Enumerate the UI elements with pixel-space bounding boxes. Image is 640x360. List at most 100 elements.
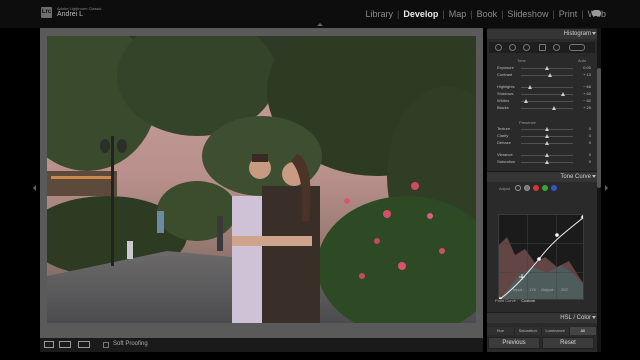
- panel-scrollbar[interactable]: [597, 28, 601, 352]
- slider-label: Blacks: [497, 105, 509, 110]
- slider-track[interactable]: [521, 94, 573, 95]
- curve-input-value: 178: [529, 287, 536, 292]
- slider-row[interactable]: Saturation 0: [487, 159, 597, 166]
- collapse-triangle-icon: [592, 32, 596, 35]
- slider-track[interactable]: [521, 108, 573, 109]
- slider-knob[interactable]: [527, 85, 532, 89]
- point-curve-row[interactable]: Point Curve : Custom: [495, 298, 535, 303]
- red-channel-icon[interactable]: [533, 185, 539, 191]
- module-slideshow[interactable]: Slideshow: [507, 9, 548, 19]
- compare-view-icon[interactable]: [78, 341, 90, 348]
- module-separator: |: [552, 9, 555, 19]
- tab-all[interactable]: All: [569, 327, 597, 335]
- develop-toolbar: Soft Proofing: [40, 338, 483, 352]
- slider-value[interactable]: 0: [589, 152, 591, 157]
- adjust-label: Adjust: [499, 186, 511, 191]
- tone-curve-header[interactable]: Tone Curve: [487, 171, 597, 182]
- lightroom-logo: Lrc: [41, 7, 52, 18]
- slider-row[interactable]: Shadows + 60: [487, 91, 597, 98]
- tool-strip: [489, 42, 595, 53]
- photo-preview[interactable]: [47, 36, 476, 323]
- slider-value[interactable]: + 60: [583, 91, 591, 96]
- slider-value[interactable]: − 82: [583, 98, 591, 103]
- slider-value[interactable]: + 26: [583, 105, 591, 110]
- scrollbar-thumb[interactable]: [597, 68, 601, 188]
- module-develop[interactable]: Develop: [403, 9, 438, 19]
- reset-button[interactable]: Reset: [542, 337, 594, 349]
- histogram-header[interactable]: Histogram: [487, 28, 597, 39]
- hsl-header[interactable]: HSL / Color: [487, 312, 597, 323]
- slider-value[interactable]: 0: [589, 126, 591, 131]
- tone-curve-title: Tone Curve: [560, 174, 591, 180]
- slider-knob[interactable]: [551, 106, 556, 110]
- slider-label: Shadows: [497, 91, 514, 96]
- develop-right-panel: Histogram Tone Auto Exposure 0.00 Contrast…: [487, 28, 597, 352]
- top-panel-toggle-icon[interactable]: [317, 23, 323, 26]
- slider-row[interactable]: Highlights − 66: [487, 84, 597, 91]
- module-separator: |: [501, 9, 504, 19]
- module-book[interactable]: Book: [477, 9, 498, 19]
- slider-value[interactable]: + 13: [583, 72, 591, 77]
- histogram-title: Histogram: [563, 31, 591, 37]
- slider-row[interactable]: Whites − 82: [487, 98, 597, 105]
- slider-value[interactable]: − 66: [583, 84, 591, 89]
- slider-label: Vibrance: [497, 152, 513, 157]
- right-panel-toggle-icon[interactable]: [605, 185, 608, 191]
- auto-button[interactable]: Auto: [578, 58, 586, 63]
- tab-hue[interactable]: Hue: [487, 327, 515, 335]
- slider-knob[interactable]: [524, 99, 529, 103]
- slider-row[interactable]: Dehaze 0: [487, 140, 597, 147]
- parametric-curve-icon[interactable]: [515, 185, 521, 191]
- slider-knob[interactable]: [545, 66, 549, 70]
- slider-knob[interactable]: [545, 153, 549, 157]
- slider-row[interactable]: Contrast + 13: [487, 72, 597, 79]
- tab-luminance[interactable]: Luminance: [542, 327, 570, 335]
- loupe-view-icon[interactable]: [44, 341, 54, 348]
- previous-button[interactable]: Previous: [488, 337, 540, 349]
- slider-knob[interactable]: [545, 134, 549, 138]
- slider-value[interactable]: 0: [589, 133, 591, 138]
- red-eye-tool-icon[interactable]: [523, 44, 530, 51]
- module-separator: |: [397, 9, 400, 19]
- slider-row[interactable]: Texture 0: [487, 126, 597, 133]
- slider-row[interactable]: Clarity 0: [487, 133, 597, 140]
- slider-value[interactable]: 0: [589, 159, 591, 164]
- module-map[interactable]: Map: [449, 9, 467, 19]
- slider-knob[interactable]: [548, 73, 553, 77]
- module-print[interactable]: Print: [559, 9, 578, 19]
- graduated-filter-icon[interactable]: [539, 44, 546, 51]
- slider-row[interactable]: Exposure 0.00: [487, 65, 597, 72]
- slider-label: Whites: [497, 98, 510, 103]
- slider-knob[interactable]: [545, 160, 549, 164]
- radial-filter-icon[interactable]: [553, 44, 560, 51]
- slider-track[interactable]: [521, 75, 573, 76]
- slider-row[interactable]: Blacks + 26: [487, 105, 597, 112]
- slider-knob[interactable]: [545, 127, 549, 131]
- cloud-sync-icon[interactable]: [592, 10, 601, 16]
- user-name[interactable]: Andrei L: [57, 11, 83, 18]
- slider-row[interactable]: Vibrance 0: [487, 152, 597, 159]
- soft-proofing-checkbox[interactable]: [103, 342, 109, 348]
- slider-label: Highlights: [497, 84, 515, 89]
- green-channel-icon[interactable]: [542, 185, 548, 191]
- slider-value[interactable]: 0: [589, 140, 591, 145]
- tab-saturation[interactable]: Saturation: [514, 327, 542, 335]
- slider-knob[interactable]: [545, 141, 549, 145]
- spot-removal-tool-icon[interactable]: [509, 44, 516, 51]
- module-separator: |: [581, 9, 584, 19]
- curve-output-value: 202: [561, 287, 568, 292]
- left-panel-toggle-icon[interactable]: [33, 185, 36, 191]
- point-curve-icon[interactable]: [524, 185, 530, 191]
- blue-channel-icon[interactable]: [551, 185, 557, 191]
- slider-knob[interactable]: [560, 92, 565, 96]
- slider-value[interactable]: 0.00: [583, 65, 591, 70]
- module-separator: |: [470, 9, 473, 19]
- before-after-view-icon[interactable]: [59, 341, 71, 348]
- collapse-triangle-icon: [592, 175, 596, 178]
- adjustment-brush-icon[interactable]: [569, 44, 585, 51]
- bottom-strip: [0, 352, 640, 360]
- crop-tool-icon[interactable]: [495, 44, 502, 51]
- slider-label: Saturation: [497, 159, 516, 164]
- slider-track[interactable]: [521, 101, 573, 102]
- module-library[interactable]: Library: [365, 9, 393, 19]
